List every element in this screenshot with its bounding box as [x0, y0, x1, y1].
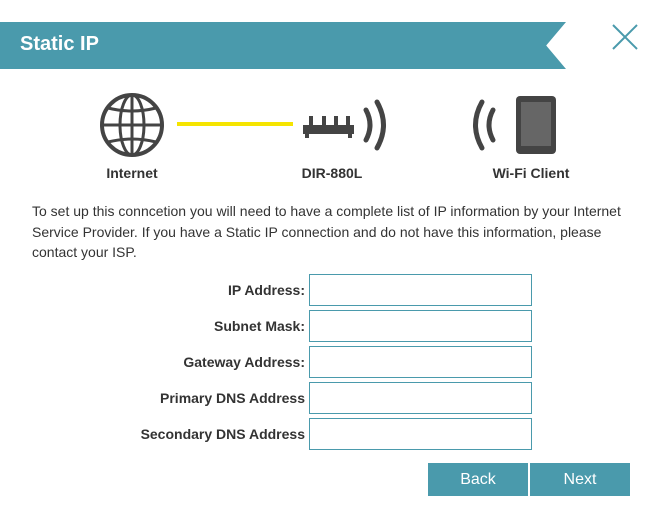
- router-label: DIR-880L: [301, 165, 363, 181]
- secondary-dns-label: Secondary DNS Address: [140, 426, 305, 442]
- tablet-icon: [516, 96, 556, 154]
- subnet-mask-label: Subnet Mask:: [213, 318, 305, 334]
- gateway-address-row: Gateway Address:: [0, 346, 660, 378]
- setup-description: To set up this conncetion you will need …: [32, 203, 621, 260]
- secondary-dns-row: Secondary DNS Address: [0, 418, 660, 450]
- client-label: Wi-Fi Client: [492, 165, 570, 181]
- wireless-signal-icon: [363, 99, 386, 151]
- wireless-signal-icon: [473, 99, 496, 151]
- ip-address-label: IP Address:: [227, 282, 305, 298]
- secondary-dns-field[interactable]: [309, 418, 532, 450]
- subnet-mask-field[interactable]: [309, 310, 532, 342]
- internet-label: Internet: [106, 165, 158, 181]
- primary-dns-field[interactable]: [309, 382, 532, 414]
- ip-address-row: IP Address:: [0, 274, 660, 306]
- back-button[interactable]: Back: [428, 463, 528, 496]
- gateway-address-field[interactable]: [309, 346, 532, 378]
- primary-dns-row: Primary DNS Address: [0, 382, 660, 414]
- router-icon: [303, 116, 354, 138]
- ip-address-field[interactable]: [309, 274, 532, 306]
- globe-icon: [100, 93, 164, 157]
- subnet-mask-row: Subnet Mask:: [0, 310, 660, 342]
- next-button[interactable]: Next: [530, 463, 630, 496]
- primary-dns-label: Primary DNS Address: [160, 390, 305, 406]
- gateway-address-label: Gateway Address:: [183, 354, 305, 370]
